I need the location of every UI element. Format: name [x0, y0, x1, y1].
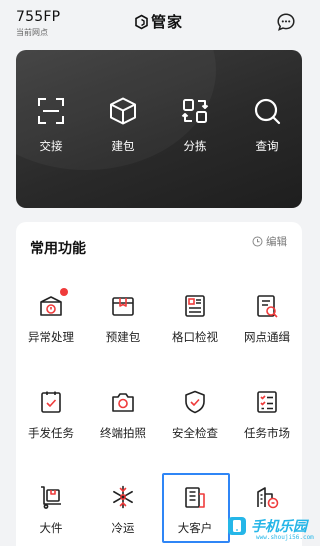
sorting-action[interactable]: 分拣 [165, 96, 225, 154]
watermark-logo-icon [228, 517, 246, 535]
func-label: 预建包 [105, 330, 141, 344]
func-label: 格口检视 [172, 330, 218, 344]
handover-label: 交接 [39, 139, 63, 153]
quick-actions-panel: 交接 建包 分拣 查询 [16, 50, 302, 208]
sort-exchange-icon [181, 99, 209, 123]
top-bar: 755FP 当前网点 管家 [0, 0, 316, 44]
wanted-doc-icon [257, 295, 278, 318]
func-label: 终端拍照 [100, 426, 146, 440]
search-icon [254, 98, 281, 125]
package-cube-icon [110, 97, 136, 125]
query-label: 查询 [255, 139, 279, 153]
func-grid-inspection[interactable]: 格口检视 [162, 293, 228, 345]
func-manual-task[interactable]: 手发任务 [18, 389, 84, 441]
camera-icon [112, 393, 134, 412]
func-label: 网点通缉 [244, 330, 290, 344]
func-label: 异常处理 [28, 330, 74, 344]
common-functions-card: 常用功能 编辑 异常处理 预建包 格口检视 网点通缉 手发任务 终端拍照 安全检… [16, 222, 302, 546]
func-prebuild-package[interactable]: 预建包 [90, 293, 156, 345]
station-code[interactable]: 755FP [16, 9, 60, 25]
func-large-item[interactable]: 大件 [18, 484, 84, 536]
brand-logo-icon [135, 14, 148, 29]
sorting-label: 分拣 [183, 139, 207, 153]
func-safety-check[interactable]: 安全检查 [162, 389, 228, 441]
edit-label: 编辑 [266, 236, 287, 248]
hand-truck-icon [41, 486, 61, 509]
func-label: 大件 [39, 521, 63, 535]
func-label: 冷运 [111, 521, 135, 535]
chat-bubble-icon[interactable] [276, 12, 296, 32]
build-package-action[interactable]: 建包 [93, 96, 153, 154]
task-list-icon [257, 391, 277, 413]
snowflake-icon [113, 485, 133, 509]
func-cold-transport[interactable]: 冷运 [90, 484, 156, 536]
func-exception-handling[interactable]: 异常处理 [18, 288, 84, 345]
exception-box-icon [40, 296, 62, 316]
watermark: 手机乐园 www.shouji56.com [226, 508, 316, 544]
func-task-market[interactable]: 任务市场 [234, 389, 300, 441]
func-label: 任务市场 [244, 426, 290, 440]
watermark-url: www.shouji56.com [256, 534, 314, 541]
func-label: 手发任务 [28, 426, 74, 440]
prebuild-box-icon [112, 297, 134, 316]
clock-icon [252, 236, 263, 247]
shield-check-icon [185, 390, 205, 414]
station-subtitle: 当前网点 [16, 28, 48, 37]
grid-cell-icon [185, 295, 205, 317]
func-outlet-wanted[interactable]: 网点通缉 [234, 293, 300, 345]
func-label: 安全检查 [172, 426, 218, 440]
selection-highlight [162, 473, 230, 543]
brand: 管家 [134, 11, 183, 32]
scan-frame-icon [38, 98, 64, 124]
notification-badge [60, 288, 68, 296]
brand-name: 管家 [151, 13, 184, 31]
handover-action[interactable]: 交接 [21, 96, 81, 154]
task-check-icon [41, 391, 61, 413]
query-action[interactable]: 查询 [237, 96, 297, 154]
section-title: 常用功能 [30, 241, 86, 257]
edit-button[interactable]: 编辑 [252, 234, 287, 249]
func-terminal-photo[interactable]: 终端拍照 [90, 389, 156, 441]
build-package-label: 建包 [111, 139, 135, 153]
building-tag-icon [257, 487, 279, 509]
watermark-text: 手机乐园 [251, 519, 307, 535]
